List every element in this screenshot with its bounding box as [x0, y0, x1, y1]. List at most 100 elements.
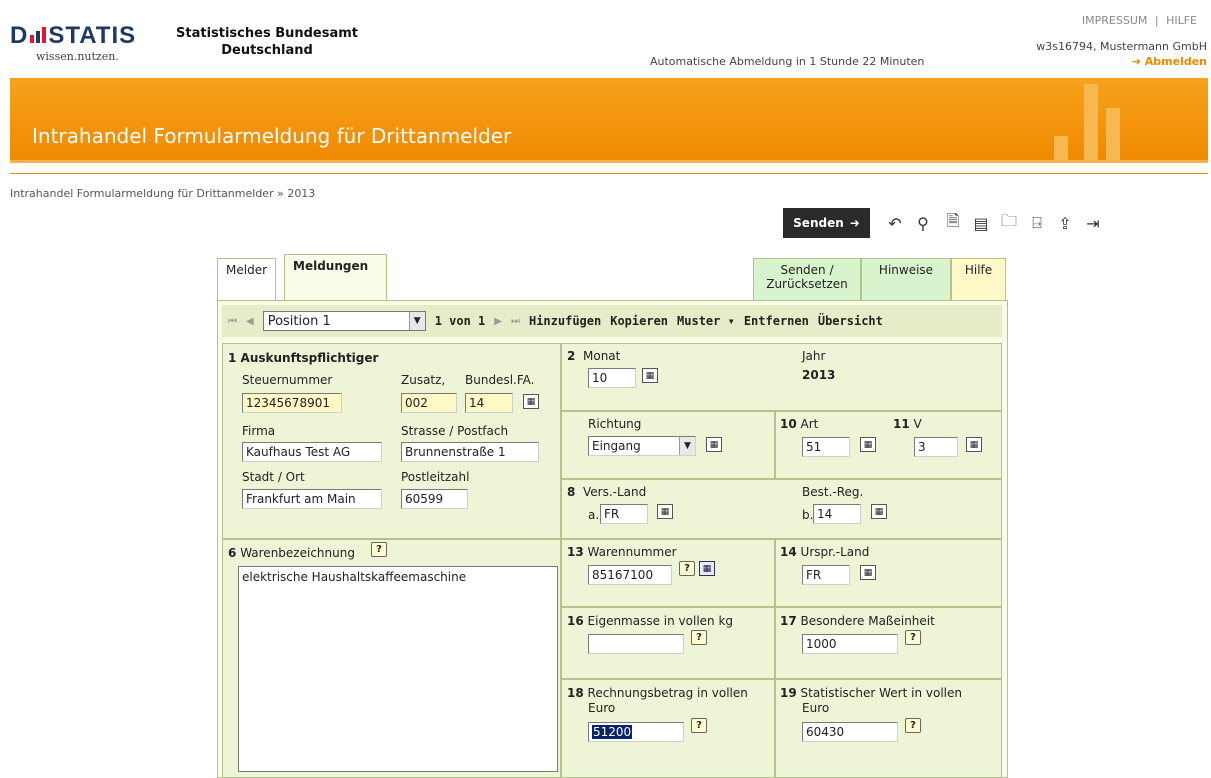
- art-label: 10 Art: [780, 417, 818, 431]
- postleitzahl-input[interactable]: 60599: [401, 489, 468, 509]
- overview-button[interactable]: Übersicht: [818, 314, 883, 328]
- warenbezeichnung-label: 6 Warenbezeichnung: [228, 546, 355, 560]
- warenbezeichnung-textarea[interactable]: elektrische Haushaltskaffeemaschine: [238, 566, 558, 772]
- jahr-value: 2013: [802, 368, 836, 382]
- vers-land-label-text: Vers.-Land: [583, 485, 647, 499]
- postleitzahl-label: Postleitzahl: [401, 470, 470, 484]
- help-icon[interactable]: ?: [691, 630, 707, 645]
- save-icon[interactable]: ▤: [968, 208, 994, 238]
- strasse-input[interactable]: Brunnenstraße 1: [401, 442, 539, 462]
- open-folder-icon[interactable]: 🗀: [996, 208, 1022, 238]
- lookup-icon[interactable]: ▦: [860, 437, 876, 452]
- remove-button[interactable]: Entfernen: [744, 314, 809, 328]
- eigenmasse-input[interactable]: [588, 634, 684, 654]
- statistischer-wert-label-line-2: Euro: [802, 701, 830, 715]
- last-icon[interactable]: ⏭: [511, 316, 520, 327]
- warennummer-input[interactable]: 85167100: [588, 565, 672, 585]
- vers-land-input[interactable]: FR: [600, 504, 648, 524]
- agency-name: Statistisches Bundesamt Deutschland: [176, 25, 358, 59]
- rechnungsbetrag-label-line-1: Rechnungsbetrag in vollen: [587, 686, 748, 700]
- urspr-land-label-text: Urspr.-Land: [800, 545, 870, 559]
- urspr-land-input[interactable]: FR: [802, 565, 850, 585]
- v-label: 11 V: [893, 417, 922, 431]
- firma-label: Firma: [242, 424, 276, 438]
- section-number: 16: [567, 614, 584, 628]
- lookup-icon[interactable]: ▦: [966, 437, 982, 452]
- help-icon[interactable]: ?: [691, 718, 707, 733]
- v-input[interactable]: 3: [914, 437, 958, 457]
- section-number: 11: [893, 417, 910, 431]
- print-preview-icon[interactable]: 🗎: [940, 208, 966, 238]
- rechnungsbetrag-input[interactable]: 51200: [588, 722, 684, 742]
- lookup-icon[interactable]: ▦: [871, 504, 887, 519]
- tab-hilfe[interactable]: Hilfe: [951, 258, 1006, 300]
- lookup-icon[interactable]: ▦: [706, 437, 722, 452]
- besondere-masseinheit-input[interactable]: 1000: [802, 634, 898, 654]
- section-number: 8: [567, 485, 576, 499]
- section-1-heading: 1 Auskunftspflichtiger: [228, 351, 378, 365]
- upload-icon[interactable]: ⇪: [1052, 208, 1078, 238]
- lookup-icon[interactable]: ▦: [860, 565, 876, 580]
- copy-button[interactable]: Kopieren: [610, 314, 668, 328]
- rechnungsbetrag-label: 18 Rechnungsbetrag in vollen Euro: [567, 686, 748, 716]
- exit-icon[interactable]: ⇥: [1080, 208, 1106, 238]
- tab-senden-line-1: Senden /: [780, 263, 834, 277]
- chevron-down-icon[interactable]: ▼: [679, 437, 695, 455]
- top-links: IMPRESSUM | HILFE: [1082, 14, 1197, 27]
- tab-senden-zuruecksetzen[interactable]: Senden / Zurücksetzen: [753, 258, 861, 300]
- tab-meldungen[interactable]: Meldungen: [284, 254, 387, 302]
- statistischer-wert-input[interactable]: 60430: [802, 722, 898, 742]
- stadt-input[interactable]: Frankfurt am Main: [242, 489, 382, 509]
- help-icon[interactable]: ?: [371, 542, 387, 557]
- link-separator: |: [1154, 14, 1159, 27]
- best-reg-input[interactable]: 14: [813, 504, 861, 524]
- tab-hinweise[interactable]: Hinweise: [861, 258, 951, 300]
- template-menu-button[interactable]: Muster ▾: [677, 314, 735, 328]
- next-icon[interactable]: ▶: [494, 316, 502, 327]
- zusatz-input[interactable]: 002: [401, 393, 457, 413]
- strasse-label: Strasse / Postfach: [401, 424, 509, 438]
- impressum-link[interactable]: IMPRESSUM: [1082, 14, 1147, 27]
- monat-input[interactable]: 10: [588, 368, 636, 388]
- help-link[interactable]: HILFE: [1166, 14, 1197, 27]
- section-number: 1: [228, 351, 237, 365]
- logout-link[interactable]: ➜ Abmelden: [1132, 55, 1207, 68]
- position-navigation: ⏮ ◀ Position 1 ▼ 1 von 1 ▶ ⏭ Hinzufügen …: [222, 305, 1002, 337]
- send-button[interactable]: Senden ➜: [783, 208, 870, 238]
- search-icon[interactable]: ⚲: [910, 208, 936, 238]
- tab-melder[interactable]: Melder: [217, 258, 277, 300]
- logo-bars-icon: [29, 27, 47, 43]
- banner-underline: [10, 160, 1208, 163]
- help-icon[interactable]: ?: [679, 561, 695, 576]
- lookup-icon[interactable]: ▦: [642, 368, 658, 383]
- bundeslfa-input[interactable]: 14: [465, 393, 513, 413]
- section-number: 10: [780, 417, 797, 431]
- art-input[interactable]: 51: [802, 437, 850, 457]
- monat-label: 2 Monat: [567, 349, 620, 363]
- auto-logout-text: Automatische Abmeldung in 1 Stunde 22 Mi…: [650, 55, 925, 68]
- help-icon[interactable]: ?: [905, 718, 921, 733]
- banner-deco-bar: [1106, 108, 1120, 160]
- statistischer-wert-label: 19 Statistischer Wert in vollen Euro: [780, 686, 962, 716]
- firma-input[interactable]: Kaufhaus Test AG: [242, 442, 382, 462]
- add-button[interactable]: Hinzufügen: [529, 314, 601, 328]
- code-lookup-icon[interactable]: ▦: [699, 561, 715, 576]
- help-icon[interactable]: ?: [905, 630, 921, 645]
- steuernummer-input[interactable]: 12345678901: [242, 393, 342, 413]
- undo-icon[interactable]: ↶: [882, 208, 908, 238]
- breadcrumb[interactable]: Intrahandel Formularmeldung für Drittanm…: [10, 187, 315, 200]
- lookup-icon[interactable]: ▦: [523, 394, 539, 409]
- user-info: w3s16794, Mustermann GmbH: [1036, 40, 1207, 53]
- besondere-masseinheit-label: 17 Besondere Maßeinheit: [780, 614, 935, 628]
- banner-deco-bar: [1084, 84, 1098, 160]
- besondere-masseinheit-label-text: Besondere Maßeinheit: [800, 614, 935, 628]
- eigenmasse-label: 16 Eigenmasse in vollen kg: [567, 614, 733, 628]
- urspr-land-label: 14 Urspr.-Land: [780, 545, 869, 559]
- prev-icon[interactable]: ◀: [246, 316, 254, 327]
- destatis-logo[interactable]: D STATIS wissen.nutzen.: [10, 24, 136, 64]
- best-reg-prefix: b.: [802, 508, 814, 522]
- export-icon[interactable]: ⍈: [1024, 208, 1050, 238]
- first-icon[interactable]: ⏮: [228, 316, 237, 327]
- lookup-icon[interactable]: ▦: [657, 504, 673, 519]
- position-select[interactable]: Position 1 ▼: [262, 311, 426, 331]
